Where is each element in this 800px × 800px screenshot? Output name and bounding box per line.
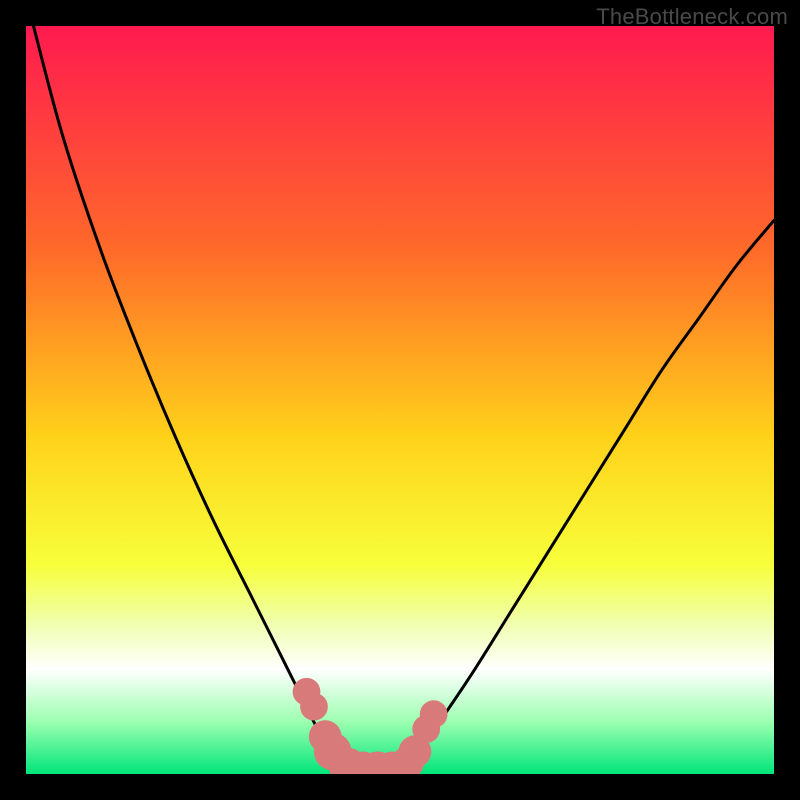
data-marker <box>420 700 448 728</box>
watermark-text: TheBottleneck.com <box>596 4 788 30</box>
plot-area <box>26 26 774 774</box>
chart-frame: TheBottleneck.com <box>0 0 800 800</box>
gradient-background <box>26 26 774 774</box>
data-marker <box>300 693 328 721</box>
bottleneck-chart <box>26 26 774 774</box>
